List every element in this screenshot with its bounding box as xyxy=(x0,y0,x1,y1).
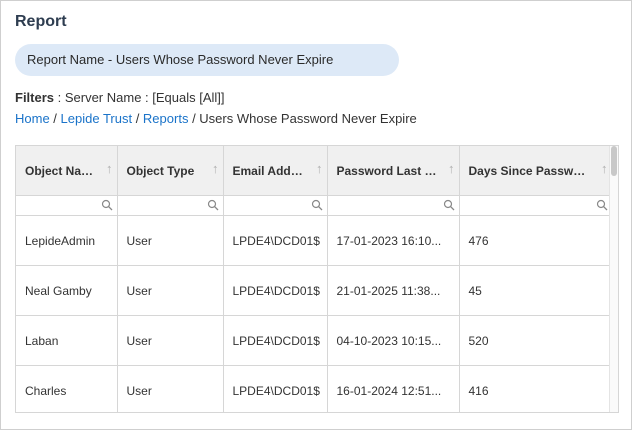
report-data-grid: Object Name ↑ Object Type ↑ Email Address ↑… xyxy=(15,145,619,413)
breadcrumb-home-link[interactable]: Home xyxy=(15,111,50,126)
report-name-badge: Report Name - Users Whose Password Never… xyxy=(15,44,399,76)
filters-label: Filters xyxy=(15,90,55,105)
sort-up-arrow-icon[interactable]: ↑ xyxy=(106,161,113,176)
filter-row xyxy=(16,195,613,216)
column-filter-input[interactable] xyxy=(117,195,224,216)
column-header-label: Days Since Password... xyxy=(468,163,592,178)
search-icon[interactable] xyxy=(443,199,455,211)
search-icon[interactable] xyxy=(207,199,219,211)
column-header-label: Object Name xyxy=(25,163,97,178)
cell-email-address: LPDE4\DCD01$ xyxy=(223,215,328,266)
cell-password-last-set: 21-01-2025 11:38... xyxy=(327,265,460,316)
cell-days-since-password: 416 xyxy=(459,365,613,412)
cell-object-type: User xyxy=(117,315,224,366)
cell-password-last-set: 04-10-2023 10:15... xyxy=(327,315,460,366)
column-header-days-since-password[interactable]: Days Since Password... ↑ xyxy=(459,146,613,196)
breadcrumb-separator: / xyxy=(132,111,143,126)
column-header-password-last-set[interactable]: Password Last Set ↑ xyxy=(327,146,460,196)
table-row[interactable]: Charles User LPDE4\DCD01$ 16-01-2024 12:… xyxy=(16,365,613,412)
column-header-object-name[interactable]: Object Name ↑ xyxy=(16,146,118,196)
column-filter-input[interactable] xyxy=(327,195,460,216)
column-header-label: Password Last Set xyxy=(336,163,439,178)
breadcrumb-separator: / xyxy=(49,111,61,126)
breadcrumb: Home / Lepide Trust / Reports / Users Wh… xyxy=(15,111,417,126)
column-header-email-address[interactable]: Email Address ↑ xyxy=(223,146,328,196)
vertical-scrollbar[interactable] xyxy=(609,146,618,412)
table-row[interactable]: Neal Gamby User LPDE4\DCD01$ 21-01-2025 … xyxy=(16,265,613,316)
cell-password-last-set: 17-01-2023 16:10... xyxy=(327,215,460,266)
cell-object-name: Laban xyxy=(16,315,118,366)
column-filter-input[interactable] xyxy=(16,195,118,216)
cell-object-type: User xyxy=(117,365,224,412)
filters-value: : Server Name : [Equals [All]] xyxy=(54,90,225,105)
sort-up-arrow-icon[interactable]: ↑ xyxy=(316,161,323,176)
column-header-object-type[interactable]: Object Type ↑ xyxy=(117,146,224,196)
cell-object-name: Charles xyxy=(16,365,118,412)
cell-days-since-password: 520 xyxy=(459,315,613,366)
page-title: Report xyxy=(15,13,67,30)
sort-up-arrow-icon[interactable]: ↑ xyxy=(212,161,219,176)
breadcrumb-current: Users Whose Password Never Expire xyxy=(199,111,417,126)
table-row[interactable]: LepideAdmin User LPDE4\DCD01$ 17-01-2023… xyxy=(16,215,613,266)
cell-object-type: User xyxy=(117,215,224,266)
report-table: Object Name ↑ Object Type ↑ Email Address ↑… xyxy=(16,146,613,412)
table-row[interactable]: Laban User LPDE4\DCD01$ 04-10-2023 10:15… xyxy=(16,315,613,366)
filters-line: Filters : Server Name : [Equals [All]] xyxy=(15,90,225,105)
column-header-label: Object Type xyxy=(126,163,195,178)
column-filter-input[interactable] xyxy=(459,195,613,216)
header-row: Object Name ↑ Object Type ↑ Email Address ↑… xyxy=(16,146,613,196)
breadcrumb-lepide-trust-link[interactable]: Lepide Trust xyxy=(61,111,133,126)
cell-object-name: Neal Gamby xyxy=(16,265,118,316)
breadcrumb-reports-link[interactable]: Reports xyxy=(143,111,189,126)
cell-days-since-password: 45 xyxy=(459,265,613,316)
search-icon[interactable] xyxy=(311,199,323,211)
cell-days-since-password: 476 xyxy=(459,215,613,266)
cell-email-address: LPDE4\DCD01$ xyxy=(223,315,328,366)
report-panel: Report Report Name - Users Whose Passwor… xyxy=(0,0,632,430)
scrollbar-thumb[interactable] xyxy=(611,146,617,176)
cell-object-type: User xyxy=(117,265,224,316)
cell-object-name: LepideAdmin xyxy=(16,215,118,266)
column-filter-input[interactable] xyxy=(223,195,328,216)
breadcrumb-separator: / xyxy=(188,111,200,126)
search-icon[interactable] xyxy=(101,199,113,211)
sort-up-arrow-icon[interactable]: ↑ xyxy=(448,161,455,176)
sort-up-arrow-icon[interactable]: ↑ xyxy=(601,161,608,176)
cell-email-address: LPDE4\DCD01$ xyxy=(223,365,328,412)
search-icon[interactable] xyxy=(596,199,608,211)
column-header-label: Email Address xyxy=(232,163,307,178)
cell-email-address: LPDE4\DCD01$ xyxy=(223,265,328,316)
cell-password-last-set: 16-01-2024 12:51... xyxy=(327,365,460,412)
